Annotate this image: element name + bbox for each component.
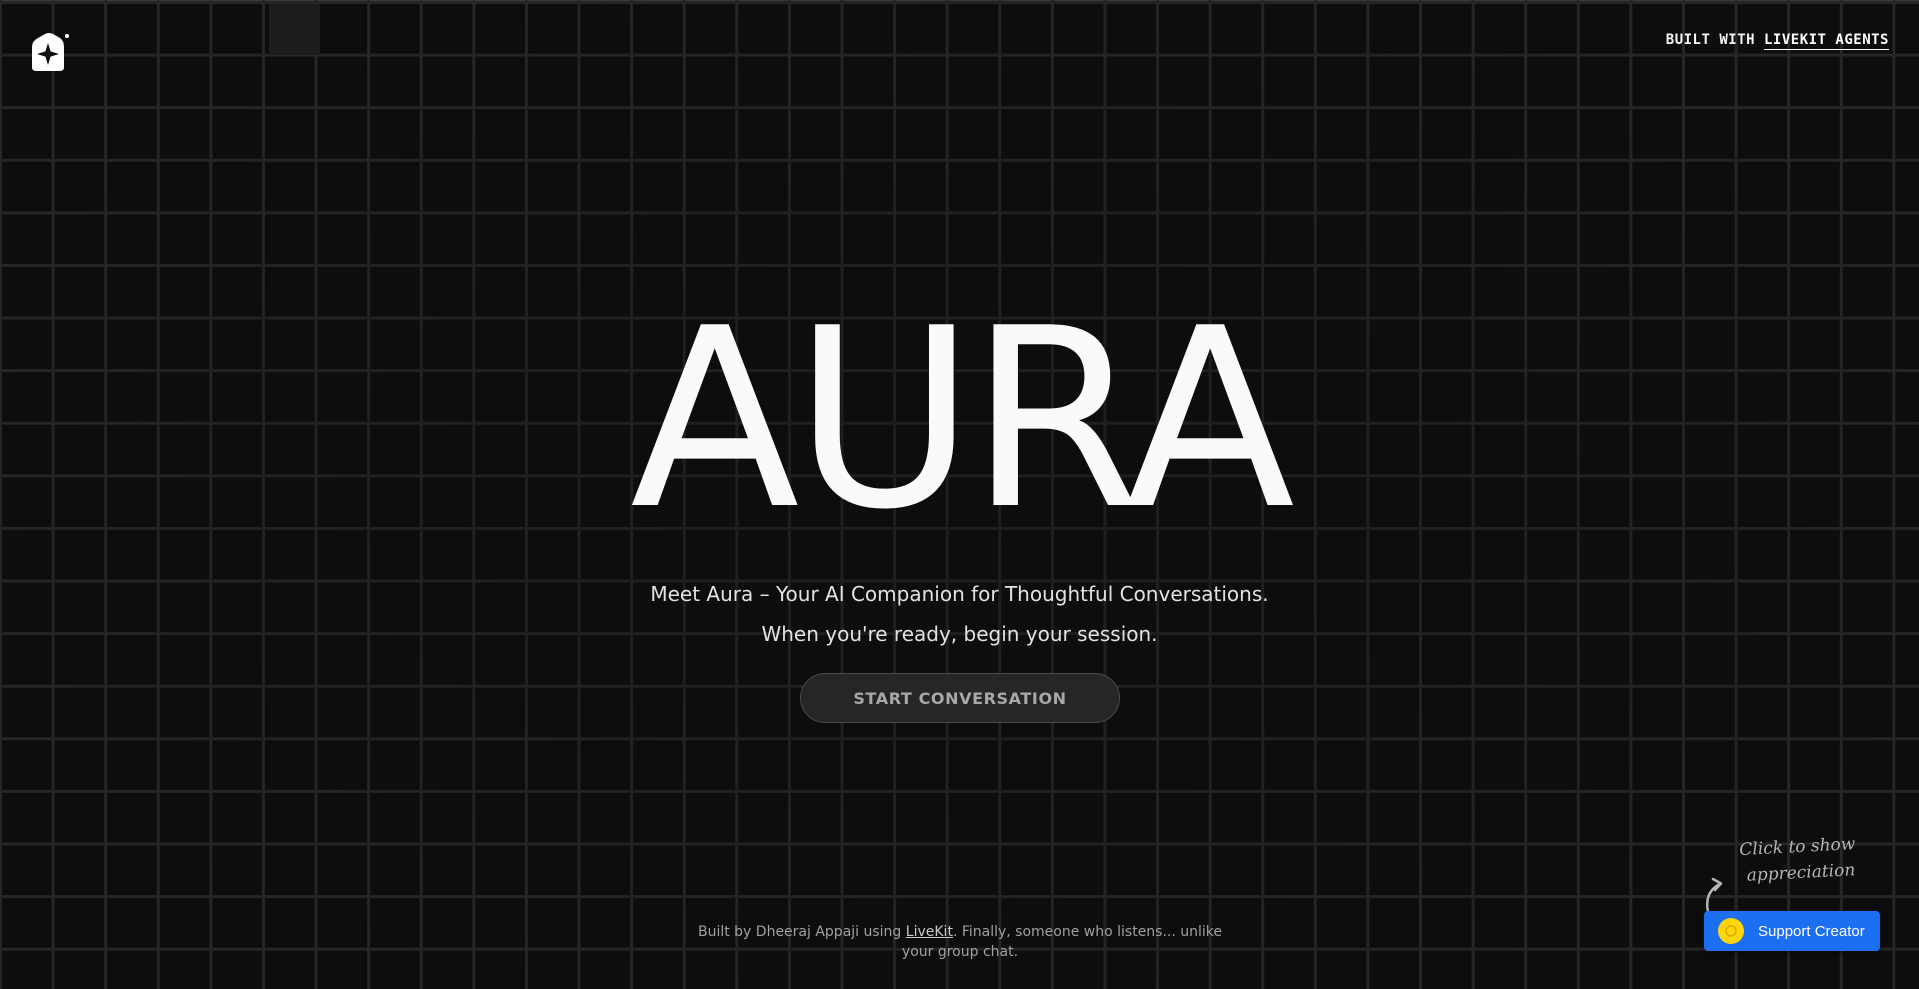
start-conversation-button[interactable]: START CONVERSATION [800, 673, 1120, 723]
footer-text-before: Built by Dheeraj Appaji using [697, 924, 906, 940]
grid-cell-highlight [269, 4, 320, 55]
footer-credit: Built by Dheeraj Appaji using LiveKit. F… [690, 922, 1230, 962]
hero-tagline: Meet Aura – Your AI Companion for Though… [650, 582, 1269, 606]
built-with-label: BUILT WITH [1665, 32, 1764, 48]
built-with-nav: BUILT WITH LIVEKIT AGENTS [1666, 32, 1889, 48]
support-creator-button[interactable]: Support Creator [1704, 911, 1880, 951]
app-logo[interactable] [28, 33, 70, 73]
appreciation-hint: Click to show appreciation [1739, 831, 1862, 889]
hero-subtagline: When you're ready, begin your session. [761, 622, 1158, 646]
curved-arrow-icon [1706, 877, 1723, 914]
livekit-link[interactable]: LiveKit [906, 924, 953, 940]
hero-title: AURA [629, 276, 1295, 564]
support-creator-label: Support Creator [1758, 922, 1865, 940]
sparkle-house-icon [32, 33, 69, 71]
livekit-agents-link[interactable]: LIVEKIT AGENTS [1764, 32, 1889, 48]
coin-icon [1718, 918, 1744, 944]
